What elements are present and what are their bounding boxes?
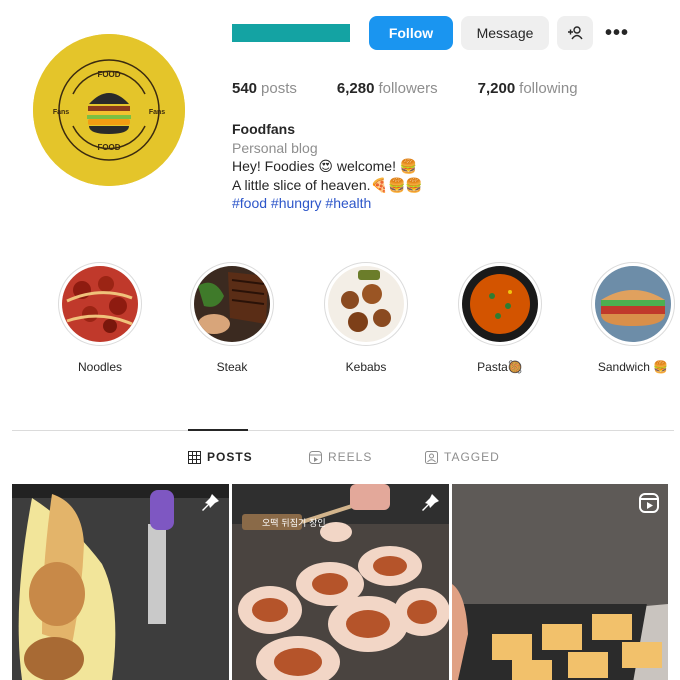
profile-stats: 540 posts 6,280 followers 7,200 following (232, 80, 618, 97)
tabs-divider (12, 430, 674, 431)
bio-line: Hey! Foodies 😍 welcome! 🍔 (232, 158, 418, 174)
highlight-pasta[interactable]: Pasta🥘 (458, 262, 542, 374)
post-tile[interactable] (452, 484, 668, 680)
post-image-puff-pastry (452, 484, 668, 680)
message-button[interactable]: Message (461, 16, 549, 50)
svg-text:FOOD: FOOD (97, 143, 120, 152)
username-redacted (232, 24, 350, 42)
svg-text:오떡 뒤집기 장인: 오떡 뒤집기 장인 (262, 517, 326, 529)
highlight-label: Noodles (77, 360, 123, 374)
noodles-thumbnail (62, 266, 138, 342)
sandwich-thumbnail (595, 266, 671, 342)
tab-reels[interactable]: REELS (309, 450, 372, 464)
svg-text:Fans: Fans (53, 109, 69, 116)
add-user-icon (568, 26, 583, 40)
post-image-hotteok: 오떡 뒤집기 장인 (232, 484, 449, 680)
highlight-kebabs[interactable]: Kebabs (324, 262, 408, 374)
tagged-icon (425, 450, 438, 464)
tab-tagged[interactable]: TAGGED (425, 450, 500, 464)
pasta-thumbnail (462, 266, 538, 342)
highlight-label: Pasta🥘 (477, 360, 523, 374)
reel-icon (639, 493, 659, 513)
post-tile[interactable] (12, 484, 229, 680)
steak-thumbnail (194, 266, 270, 342)
posts-stat[interactable]: 540 posts (232, 80, 297, 97)
followers-stat[interactable]: 6,280 followers (337, 80, 438, 97)
following-stat[interactable]: 7,200 following (478, 80, 578, 97)
profile-bio: Foodfans Personal blog Hey! Foodies 😍 we… (232, 120, 423, 213)
category-label: Personal blog (232, 139, 318, 156)
pin-icon (202, 494, 219, 511)
active-tab-indicator (188, 429, 248, 431)
profile-avatar[interactable]: FOOD FOOD Fans Fans (33, 34, 185, 186)
grid-icon (188, 450, 201, 464)
display-name: Foodfans (232, 121, 295, 137)
svg-text:Fans: Fans (149, 109, 165, 116)
burger-logo: FOOD FOOD Fans Fans (33, 34, 185, 186)
tab-label: POSTS (207, 450, 253, 464)
tab-label: TAGGED (444, 450, 500, 464)
highlight-label: Steak (216, 360, 248, 374)
follow-button[interactable]: Follow (369, 16, 453, 50)
bio-line: A little slice of heaven.🍕🍔🍔 (232, 176, 423, 193)
pin-icon (422, 494, 439, 511)
hashtags-link[interactable]: #food #hungry #health (232, 194, 423, 213)
svg-text:FOOD: FOOD (97, 70, 120, 79)
tab-label: REELS (328, 450, 373, 464)
highlight-noodles[interactable]: Noodles (58, 262, 142, 374)
highlight-label: Sandwich 🍔 (597, 360, 669, 374)
more-options-button[interactable]: ••• (602, 16, 632, 50)
highlight-steak[interactable]: Steak (190, 262, 274, 374)
highlight-label: Kebabs (345, 360, 387, 374)
add-user-button[interactable] (557, 16, 593, 50)
highlight-sandwich[interactable]: Sandwich 🍔 (591, 262, 675, 374)
reels-icon (309, 450, 322, 464)
kebabs-thumbnail (328, 266, 404, 342)
post-image-pancake (12, 484, 229, 680)
post-tile[interactable]: 오떡 뒤집기 장인 (232, 484, 449, 680)
tab-posts[interactable]: POSTS (188, 450, 253, 464)
